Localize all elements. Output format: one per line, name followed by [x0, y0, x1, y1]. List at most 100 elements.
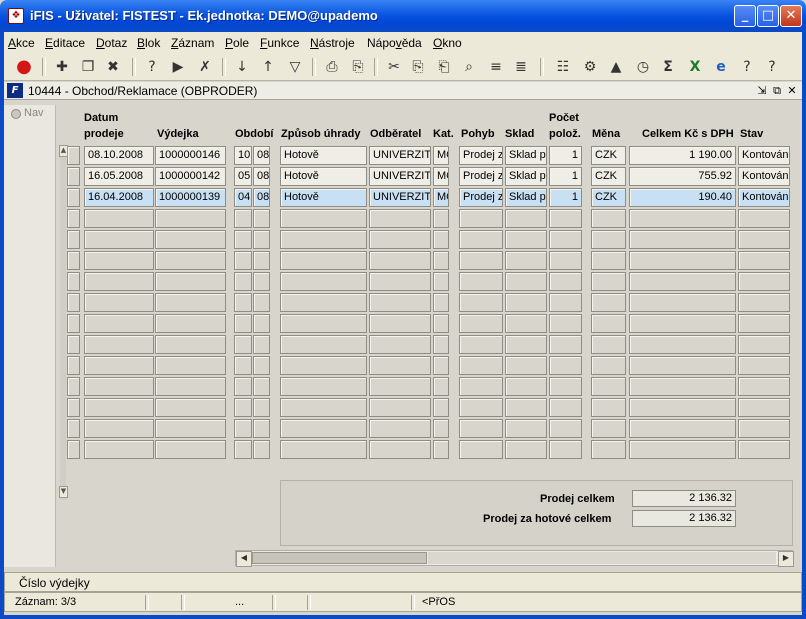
close-button[interactable]: ✕: [780, 5, 802, 27]
sort-asc-icon[interactable]: ↓: [232, 57, 252, 77]
settings-icon[interactable]: ⚙: [580, 57, 600, 77]
cell-mena[interactable]: CZK: [591, 146, 626, 165]
cell-stav[interactable]: Kontován: [738, 146, 790, 165]
cell-pocet[interactable]: [549, 398, 582, 417]
cell-mena[interactable]: [591, 272, 626, 291]
cell-sklad[interactable]: Sklad pr: [505, 188, 547, 207]
delete-record-icon[interactable]: ✖: [103, 57, 123, 77]
menu-item[interactable]: Akce: [8, 36, 35, 50]
horizontal-scrollbar[interactable]: ◀ ▶: [235, 550, 794, 567]
cell-zpusob[interactable]: [280, 335, 367, 354]
cell-sklad[interactable]: [505, 398, 547, 417]
cell-celkem[interactable]: 1 190.00: [629, 146, 736, 165]
cell-obd1[interactable]: [234, 419, 252, 438]
cell-stav[interactable]: [738, 209, 790, 228]
cell-obd1[interactable]: 10: [234, 146, 252, 165]
cell-celkem[interactable]: [629, 272, 736, 291]
cell-celkem[interactable]: [629, 293, 736, 312]
cell-pocet[interactable]: [549, 356, 582, 375]
cell-obd1[interactable]: [234, 251, 252, 270]
query-execute-icon[interactable]: ▶: [168, 57, 188, 77]
cell-mena[interactable]: [591, 419, 626, 438]
cell-obd2[interactable]: 08: [253, 146, 270, 165]
row-selector[interactable]: [67, 209, 80, 228]
total-value[interactable]: 2 136.32: [632, 490, 736, 507]
cell-pocet[interactable]: 1: [549, 188, 582, 207]
cell-celkem[interactable]: [629, 356, 736, 375]
cell-obd2[interactable]: [253, 440, 270, 459]
cell-obd1[interactable]: [234, 398, 252, 417]
cell-celkem[interactable]: [629, 335, 736, 354]
cell-obd2[interactable]: [253, 209, 270, 228]
cell-celkem[interactable]: [629, 251, 736, 270]
cell-stav[interactable]: Kontován: [738, 188, 790, 207]
cell-kat[interactable]: [433, 272, 449, 291]
cell-odberatel[interactable]: [369, 293, 431, 312]
cell-kat[interactable]: [433, 209, 449, 228]
menu-item[interactable]: Dotaz: [96, 36, 127, 50]
cell-obd2[interactable]: 08: [253, 167, 270, 186]
cell-pocet[interactable]: 1: [549, 146, 582, 165]
scroll-right-icon[interactable]: ▶: [778, 551, 794, 567]
cell-pohyb[interactable]: [459, 230, 503, 249]
cell-obd1[interactable]: 04: [234, 188, 252, 207]
cell-obd2[interactable]: [253, 335, 270, 354]
cell-zpusob[interactable]: [280, 398, 367, 417]
cell-obd1[interactable]: [234, 209, 252, 228]
cell-sklad[interactable]: [505, 314, 547, 333]
cell-kat[interactable]: [433, 356, 449, 375]
cell-odberatel[interactable]: [369, 419, 431, 438]
cell-pocet[interactable]: 1: [549, 167, 582, 186]
form-close-icon[interactable]: ✕: [785, 84, 799, 98]
cell-vydejka[interactable]: [155, 398, 226, 417]
menu-item[interactable]: Nástroje: [310, 36, 355, 50]
cell-odberatel[interactable]: UNIVERZITA: [369, 146, 431, 165]
cell-vydejka[interactable]: [155, 272, 226, 291]
cell-kat[interactable]: MO: [433, 188, 449, 207]
cell-kat[interactable]: [433, 314, 449, 333]
cell-mena[interactable]: [591, 314, 626, 333]
cell-obd1[interactable]: [234, 377, 252, 396]
cell-stav[interactable]: Kontován: [738, 167, 790, 186]
cell-sklad[interactable]: [505, 209, 547, 228]
cell-pohyb[interactable]: [459, 398, 503, 417]
cell-obd2[interactable]: [253, 251, 270, 270]
cell-vydejka[interactable]: [155, 230, 226, 249]
cell-datum[interactable]: [84, 209, 154, 228]
cell-obd2[interactable]: [253, 293, 270, 312]
cell-pocet[interactable]: [549, 293, 582, 312]
cell-mena[interactable]: [591, 230, 626, 249]
menu-item[interactable]: Editace: [45, 36, 85, 50]
print-preview-icon[interactable]: ⎘: [348, 57, 368, 77]
cell-sklad[interactable]: [505, 272, 547, 291]
query-enter-icon[interactable]: ?: [142, 57, 162, 77]
cell-kat[interactable]: [433, 335, 449, 354]
cell-odberatel[interactable]: [369, 398, 431, 417]
cash-total-value[interactable]: 2 136.32: [632, 510, 736, 527]
cell-obd1[interactable]: [234, 272, 252, 291]
insert-record-icon[interactable]: ✚: [52, 57, 72, 77]
row-selector[interactable]: [67, 419, 80, 438]
cell-obd2[interactable]: [253, 230, 270, 249]
cell-celkem[interactable]: [629, 440, 736, 459]
cell-odberatel[interactable]: [369, 377, 431, 396]
cell-kat[interactable]: [433, 419, 449, 438]
cell-mena[interactable]: [591, 398, 626, 417]
cell-vydejka[interactable]: [155, 251, 226, 270]
nav-radio[interactable]: [11, 109, 21, 119]
cell-odberatel[interactable]: [369, 314, 431, 333]
cut-icon[interactable]: ✂: [384, 57, 404, 77]
cell-mena[interactable]: [591, 377, 626, 396]
cell-odberatel[interactable]: [369, 356, 431, 375]
scroll-left-icon[interactable]: ◀: [236, 551, 252, 567]
copy-icon[interactable]: ⎘: [408, 57, 428, 77]
cell-odberatel[interactable]: [369, 251, 431, 270]
cell-obd1[interactable]: [234, 314, 252, 333]
cell-mena[interactable]: [591, 335, 626, 354]
sort-desc-icon[interactable]: ↑: [258, 57, 278, 77]
cell-vydejka[interactable]: [155, 377, 226, 396]
cell-stav[interactable]: [738, 398, 790, 417]
cell-pohyb[interactable]: [459, 293, 503, 312]
cell-pohyb[interactable]: Prodej z: [459, 167, 503, 186]
cell-zpusob[interactable]: [280, 377, 367, 396]
